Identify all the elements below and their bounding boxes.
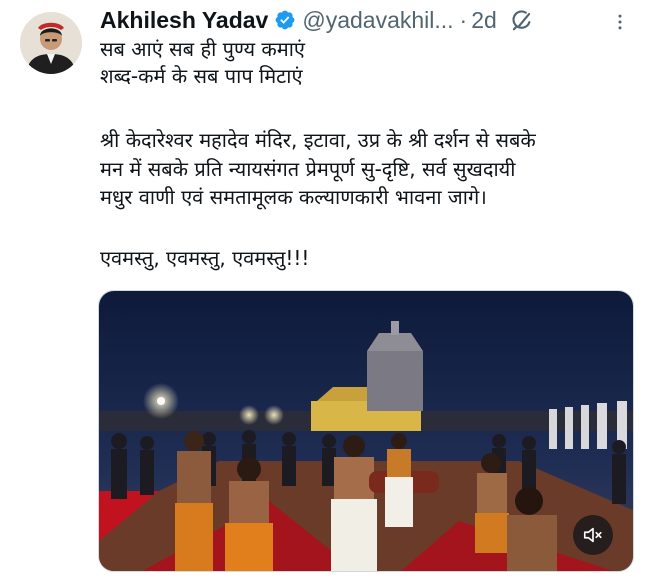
- separator-dot: ·: [459, 6, 468, 33]
- more-options-icon[interactable]: [608, 10, 632, 34]
- tweet-header: Akhilesh Yadav @yadavakhil... · 2d: [100, 4, 640, 36]
- timestamp[interactable]: 2d: [471, 7, 497, 34]
- tweet-line: श्री केदारेश्वर महादेव मंदिर, इटावा, उप्…: [100, 128, 536, 152]
- video-frame: [99, 291, 633, 571]
- tweet-card[interactable]: Akhilesh Yadav @yadavakhil... · 2d सब आए…: [0, 0, 653, 579]
- muted-speaker-icon: [583, 527, 602, 543]
- tweet-line: मन में सबके प्रति न्यायसंगत प्रेमपूर्ण स…: [100, 156, 516, 181]
- author-display-name[interactable]: Akhilesh Yadav: [100, 7, 268, 34]
- avatar[interactable]: [20, 12, 82, 74]
- grok-icon[interactable]: [509, 7, 535, 33]
- tweet-line: एवमस्तु, एवमस्तु, एवमस्तु!!!: [100, 245, 310, 270]
- mute-button[interactable]: [573, 515, 613, 555]
- tweet-video[interactable]: [98, 290, 634, 572]
- tweet-line: मधुर वाणी एवं समतामूलक कल्याणकारी भावना …: [100, 185, 487, 209]
- author-handle[interactable]: @yadavakhil...: [302, 7, 453, 34]
- tweet-line: सब आएं सब ही पुण्य कमाएं: [100, 37, 305, 61]
- tweet-line: शब्द-कर्म के सब पाप मिटाएं: [100, 63, 303, 88]
- tweet-text: सब आएं सब ही पुण्य कमाएं शब्द-कर्म के सब…: [100, 36, 640, 271]
- verified-badge-icon[interactable]: [274, 9, 296, 31]
